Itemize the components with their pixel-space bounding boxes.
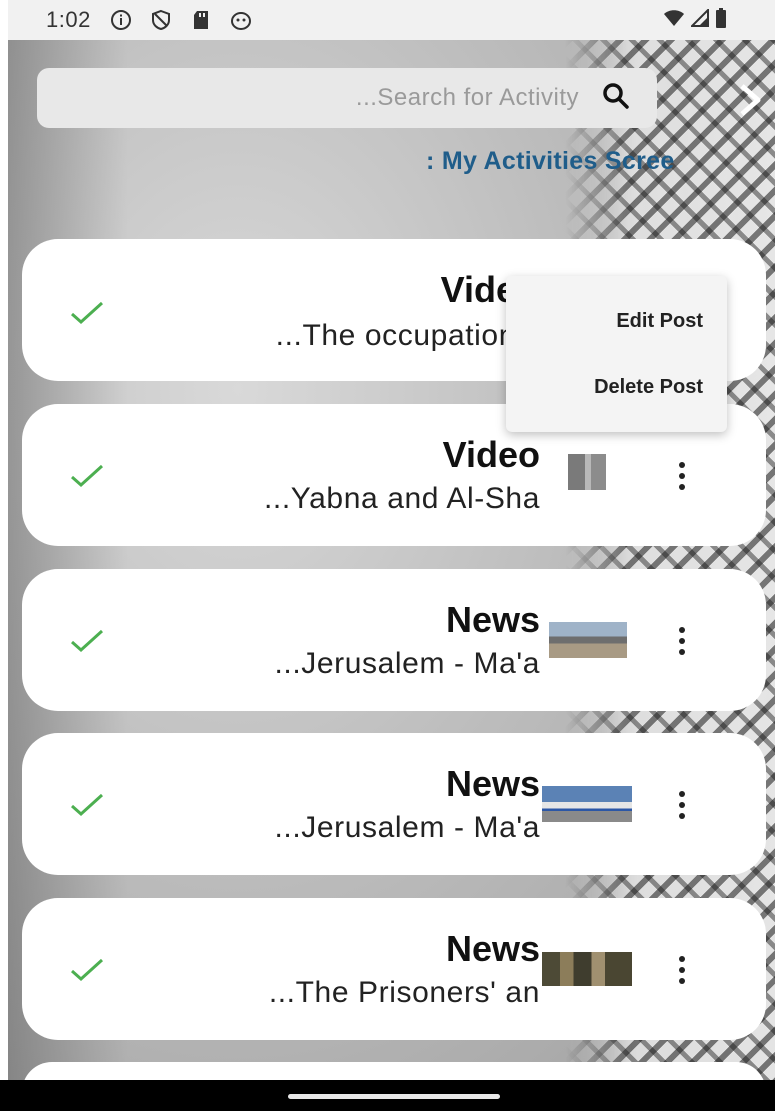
battery-icon xyxy=(715,8,727,33)
status-time: 1:02 xyxy=(46,7,91,32)
airplane-thumbnail xyxy=(542,786,632,822)
check-icon xyxy=(68,789,108,819)
activity-card[interactable]: News ...Jerusalem - Ma'a xyxy=(22,569,766,711)
card-type: News xyxy=(445,928,540,969)
card-type: Video xyxy=(442,434,540,475)
signal-icon xyxy=(689,7,709,32)
screen-edge xyxy=(0,0,8,1111)
check-icon xyxy=(68,625,108,655)
airport-thumbnail xyxy=(549,622,627,658)
delete-post-menu-item[interactable]: Delete Post xyxy=(594,376,703,399)
search-icon[interactable] xyxy=(601,81,631,116)
cat-icon xyxy=(229,8,253,32)
status-bar: 1:02 xyxy=(8,0,775,40)
check-icon xyxy=(68,297,108,327)
status-right-group xyxy=(663,7,727,33)
card-type: News xyxy=(445,763,540,804)
card-type: Vide xyxy=(440,269,516,310)
info-icon xyxy=(109,8,133,32)
more-options-icon[interactable] xyxy=(677,462,687,492)
card-type: News xyxy=(445,599,540,640)
search-input[interactable]: ...Search for Activity xyxy=(37,68,657,128)
more-options-icon[interactable] xyxy=(677,791,687,821)
more-options-icon[interactable] xyxy=(677,956,687,986)
more-options-icon[interactable] xyxy=(677,627,687,657)
app-screen: 1:02 ...Search for Activity: My Activit… xyxy=(8,0,775,1111)
activity-card[interactable]: News ...Jerusalem - Ma'a xyxy=(22,733,766,875)
navigation-bar xyxy=(0,1080,775,1111)
card-description: ...Yabna and Al-Sha xyxy=(263,482,540,515)
card-description: ...Jerusalem - Ma'a xyxy=(274,811,540,844)
card-description: ...Jerusalem - Ma'a xyxy=(274,647,540,680)
building-thumbnail xyxy=(568,454,606,490)
chevron-right-icon[interactable] xyxy=(730,80,770,120)
check-icon xyxy=(68,954,108,984)
edit-post-menu-item[interactable]: Edit Post xyxy=(616,310,703,333)
card-description: ...The occupation xyxy=(275,319,516,352)
activity-card[interactable]: News ...The Prisoners' an xyxy=(22,898,766,1040)
search-placeholder: ...Search for Activity xyxy=(355,84,579,111)
wifi-icon xyxy=(663,9,685,32)
sd-card-icon xyxy=(189,8,213,32)
shield-icon xyxy=(149,8,173,32)
page-title: : My Activities Scree xyxy=(426,147,675,175)
home-gesture-handle[interactable] xyxy=(288,1094,500,1099)
post-options-menu: Edit Post Delete Post xyxy=(506,276,727,432)
card-description: ...The Prisoners' an xyxy=(268,976,540,1009)
soldiers-thumbnail xyxy=(542,952,632,986)
check-icon xyxy=(68,460,108,490)
